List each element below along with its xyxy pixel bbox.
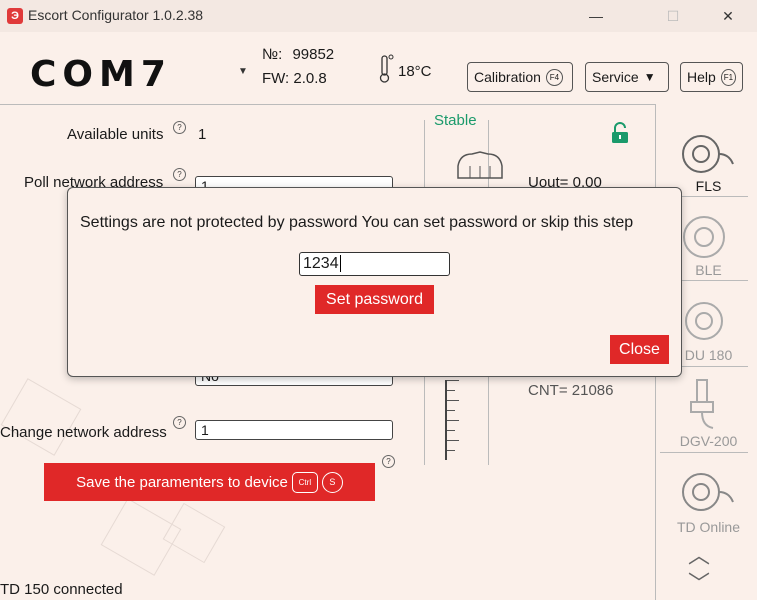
sidebar-item-dgv200[interactable]: DGV-200	[660, 433, 757, 449]
service-menu-button[interactable]: Service ▼	[585, 62, 669, 92]
dialog-message: Settings are not protected by password Y…	[80, 214, 634, 231]
fw-value: 2.0.8	[293, 70, 327, 87]
available-units-label: Available units	[67, 126, 164, 143]
maximize-button[interactable]: ☐	[650, 2, 696, 30]
f1-key-icon: F1	[720, 68, 736, 86]
close-window-button[interactable]: ✕	[705, 2, 751, 30]
save-label: Save the paramenters to device	[76, 473, 288, 491]
td-online-sensor-icon	[682, 473, 734, 511]
calibration-label: Calibration	[474, 69, 541, 85]
help-button[interactable]: Help F1	[680, 62, 743, 92]
ble-sensor-icon	[683, 216, 725, 258]
calibration-button[interactable]: Calibration F4	[467, 62, 573, 92]
level-gauge	[445, 380, 469, 460]
fls-sensor-icon	[682, 135, 734, 173]
s-key-icon: S	[321, 471, 343, 493]
cnt-readout: CNT= 21086	[528, 382, 614, 399]
f4-key-icon: F4	[545, 68, 563, 86]
app-logo-icon: Э	[7, 8, 23, 24]
connection-status: TD 150 connected	[0, 581, 123, 598]
help-icon[interactable]: ?	[173, 416, 186, 429]
sensor-head-icon	[457, 151, 503, 179]
set-password-button[interactable]: Set password	[315, 285, 434, 314]
serial-label: №:	[262, 46, 283, 63]
help-label: Help	[687, 69, 716, 85]
minimize-button[interactable]: —	[573, 2, 619, 30]
du180-sensor-icon	[685, 302, 723, 340]
change-address-input[interactable]: 1	[195, 420, 393, 440]
sidebar-item-label: DGV-200	[679, 433, 738, 449]
serial-value: 99852	[292, 46, 335, 63]
password-input[interactable]: 1234	[299, 252, 450, 276]
temperature-readout: 18°C	[398, 63, 432, 80]
chevron-down-icon: ▼	[643, 70, 656, 84]
available-units-value: 1	[198, 126, 207, 143]
ctrl-key-icon: Ctrl	[291, 471, 318, 493]
help-icon[interactable]: ?	[173, 168, 186, 181]
com-port-selector[interactable]: COM7	[30, 54, 172, 95]
scroll-down-icon[interactable]: ﹀	[688, 566, 710, 598]
fw-label: FW:	[262, 70, 290, 87]
thermometer-icon	[379, 54, 394, 83]
firmware-version: FW: 2.0.8	[262, 70, 327, 87]
sidebar-item-label: DU 180	[684, 347, 733, 363]
serial-number: №: 99852	[262, 46, 334, 63]
sensor-state: Stable	[434, 112, 477, 129]
sidebar-item-td-online[interactable]: TD Online	[660, 519, 757, 535]
help-icon[interactable]: ?	[382, 455, 395, 468]
change-address-label: Change network address	[0, 424, 167, 441]
lock-icon[interactable]	[611, 122, 629, 144]
sidebar-item-label: BLE	[695, 262, 722, 278]
help-icon[interactable]: ?	[173, 121, 186, 134]
sidebar-item-label: FLS	[695, 178, 722, 194]
service-label: Service	[592, 69, 639, 85]
password-value: 1234	[303, 255, 339, 272]
window-title: Escort Configurator 1.0.2.38	[28, 7, 204, 23]
sidebar-item-label: TD Online	[676, 519, 741, 535]
dgv200-sensor-icon	[690, 379, 714, 429]
close-dialog-button[interactable]: Close	[610, 335, 669, 364]
chevron-down-icon[interactable]: ▼	[238, 66, 248, 77]
divider	[660, 452, 748, 453]
save-parameters-button[interactable]: Save the paramenters to device Ctrl S	[44, 463, 375, 501]
change-address-value: 1	[201, 422, 209, 438]
